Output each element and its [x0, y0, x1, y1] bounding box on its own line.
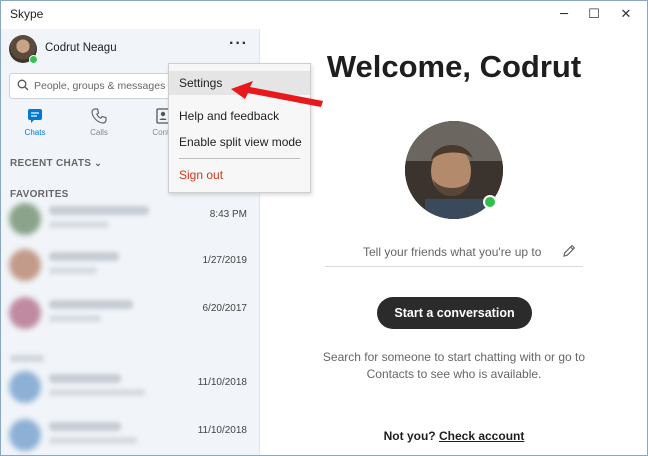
chat-name-blurred — [49, 374, 121, 383]
presence-indicator — [483, 195, 497, 209]
search-placeholder: People, groups & messages — [34, 80, 166, 92]
maximize-button[interactable]: ☐ — [579, 1, 609, 29]
section-label-blurred — [10, 355, 44, 362]
tab-chats[interactable]: Chats — [10, 107, 60, 139]
skype-window: Skype ─ ☐ ✕ Codrut Neagu ··· People, gro… — [0, 0, 648, 456]
chat-name-blurred — [49, 300, 133, 309]
chat-list-item[interactable]: 1/27/2019 — [5, 243, 255, 287]
tab-calls-label: Calls — [90, 128, 108, 137]
more-options-button[interactable]: ··· — [229, 35, 248, 53]
check-account-link[interactable]: Check account — [439, 429, 524, 443]
minimize-button[interactable]: ─ — [549, 1, 579, 29]
mood-message-field[interactable]: Tell your friends what you're up to — [325, 237, 583, 267]
chat-list-item[interactable]: 11/10/2018 — [5, 413, 255, 455]
profile-name[interactable]: Codrut Neagu — [45, 42, 117, 54]
chat-preview-blurred — [49, 221, 109, 228]
recent-chats-label: RECENT CHATS — [10, 158, 92, 169]
close-button[interactable]: ✕ — [611, 1, 641, 29]
avatar — [9, 249, 41, 281]
pencil-icon[interactable] — [561, 243, 577, 259]
avatar — [9, 371, 41, 403]
chat-preview-blurred — [49, 267, 97, 274]
chat-date: 6/20/2017 — [202, 303, 248, 314]
mood-placeholder: Tell your friends what you're up to — [363, 245, 542, 259]
chat-icon — [28, 109, 42, 123]
chat-date: 11/10/2018 — [197, 377, 247, 388]
help-text: Search for someone to start chatting wit… — [322, 350, 586, 381]
chat-name-blurred — [49, 206, 149, 215]
chat-preview-blurred — [49, 437, 137, 444]
chat-preview-blurred — [49, 389, 145, 396]
not-you-label: Not you? — [383, 429, 436, 443]
avatar — [9, 203, 41, 235]
start-conversation-button[interactable]: Start a conversation — [377, 297, 532, 329]
chat-date: 1/27/2019 — [202, 255, 248, 266]
menu-divider — [179, 158, 300, 159]
title-bar: Skype ─ ☐ ✕ — [1, 1, 647, 29]
chevron-down-icon: ⌄ — [94, 158, 103, 168]
chat-list-item[interactable]: 8:43 PM — [5, 197, 255, 241]
tab-calls[interactable]: Calls — [74, 107, 124, 139]
chat-preview-blurred — [49, 315, 101, 322]
profile-header[interactable]: Codrut Neagu ··· — [9, 35, 249, 65]
window-title: Skype — [10, 7, 44, 21]
search-icon — [17, 79, 29, 91]
phone-icon — [91, 108, 107, 124]
avatar — [9, 419, 41, 451]
chat-name-blurred — [49, 422, 121, 431]
chat-date: 8:43 PM — [209, 209, 247, 220]
tab-chats-label: Chats — [24, 128, 46, 137]
menu-item-sign-out[interactable]: Sign out — [169, 163, 310, 187]
chat-name-blurred — [49, 252, 119, 261]
chat-date: 11/10/2018 — [197, 425, 247, 436]
recent-chats-header[interactable]: RECENT CHATS ⌄ — [10, 158, 102, 169]
presence-indicator — [29, 55, 38, 64]
menu-item-split-view[interactable]: Enable split view mode — [169, 130, 310, 154]
annotation-arrow-icon — [231, 81, 323, 107]
search-input[interactable]: People, groups & messages — [9, 73, 179, 99]
chat-list-item[interactable]: 11/10/2018 — [5, 365, 255, 409]
chat-list-item[interactable]: 6/20/2017 — [5, 291, 255, 335]
not-you-prompt: Not you? Check account — [261, 429, 647, 443]
avatar — [9, 297, 41, 329]
